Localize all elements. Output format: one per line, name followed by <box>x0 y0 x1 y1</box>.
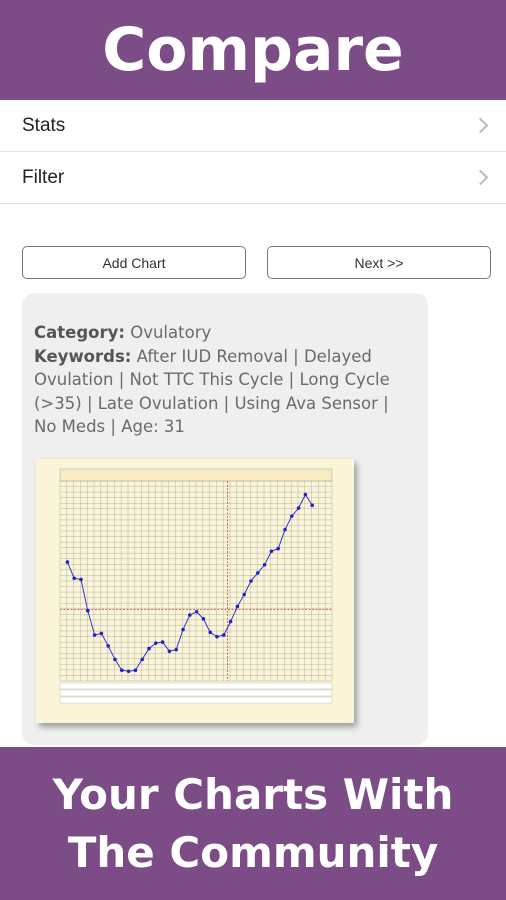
menu-item-label: Stats <box>22 114 66 136</box>
temperature-point <box>249 579 253 583</box>
temperature-point <box>106 644 110 648</box>
temperature-point <box>242 592 246 597</box>
temperature-point <box>181 627 185 632</box>
keywords-label: Keywords: <box>34 346 132 366</box>
temperature-point <box>290 514 294 518</box>
chart-info-row <box>59 696 333 704</box>
chevron-right-icon <box>472 117 489 134</box>
temperature-point <box>235 604 240 609</box>
temperature-point <box>256 571 260 575</box>
temperature-point <box>222 633 226 637</box>
temperature-point <box>79 577 83 582</box>
temperature-point <box>167 649 172 654</box>
temperature-point <box>126 669 131 674</box>
settings-menu: Stats Filter <box>0 100 506 204</box>
chart-description: Category: Ovulatory Keywords: After IUD … <box>34 321 414 439</box>
temperature-point <box>99 631 104 636</box>
temperature-point <box>262 562 267 567</box>
chart-header-strip <box>59 468 333 482</box>
temperature-point <box>296 506 301 510</box>
menu-item-stats[interactable]: Stats <box>0 100 506 152</box>
temperature-point <box>201 617 206 621</box>
next-button[interactable]: Next >> <box>267 246 491 279</box>
footer-line-2: The Community <box>67 827 439 877</box>
temperature-point <box>310 503 315 508</box>
temperature-point <box>160 640 165 644</box>
bbt-chart <box>59 468 333 704</box>
footer-line-1: Your Charts With <box>52 769 454 819</box>
temperature-point <box>65 560 70 564</box>
temperature-point <box>208 630 212 635</box>
temperature-series-line <box>66 493 313 672</box>
chart-card[interactable]: Category: Ovulatory Keywords: After IUD … <box>22 293 428 745</box>
temperature-point <box>276 546 280 551</box>
temperature-point <box>174 647 178 652</box>
footer-banner: Your Charts With The Community <box>0 747 506 900</box>
menu-item-filter[interactable]: Filter <box>0 152 506 204</box>
temperature-point <box>86 608 90 613</box>
add-chart-button[interactable]: Add Chart <box>22 246 246 279</box>
temperature-point <box>269 549 274 554</box>
category-label: Category: <box>34 323 125 342</box>
temperature-point <box>194 610 199 614</box>
category-value: Ovulatory <box>130 323 212 342</box>
bbt-chart-image[interactable] <box>36 459 354 723</box>
temperature-point <box>113 657 117 662</box>
temperature-point <box>303 492 308 497</box>
temperature-point <box>92 633 97 637</box>
menu-item-label: Filter <box>22 166 65 188</box>
chevron-right-icon <box>472 169 489 186</box>
temperature-point <box>147 646 151 651</box>
temperature-point <box>215 634 219 639</box>
action-buttons: Add Chart Next >> <box>22 246 491 279</box>
temperature-point <box>120 668 124 672</box>
header-banner: Compare <box>0 0 506 100</box>
temperature-point <box>283 527 287 532</box>
page-title: Compare <box>102 15 404 85</box>
temperature-point <box>140 657 144 662</box>
chart-info-row <box>59 689 333 697</box>
chart-info-row <box>59 682 333 690</box>
temperature-point <box>154 641 158 645</box>
temperature-point <box>228 619 233 624</box>
temperature-point <box>72 576 76 581</box>
temperature-point <box>133 668 138 672</box>
temperature-point <box>188 613 192 617</box>
